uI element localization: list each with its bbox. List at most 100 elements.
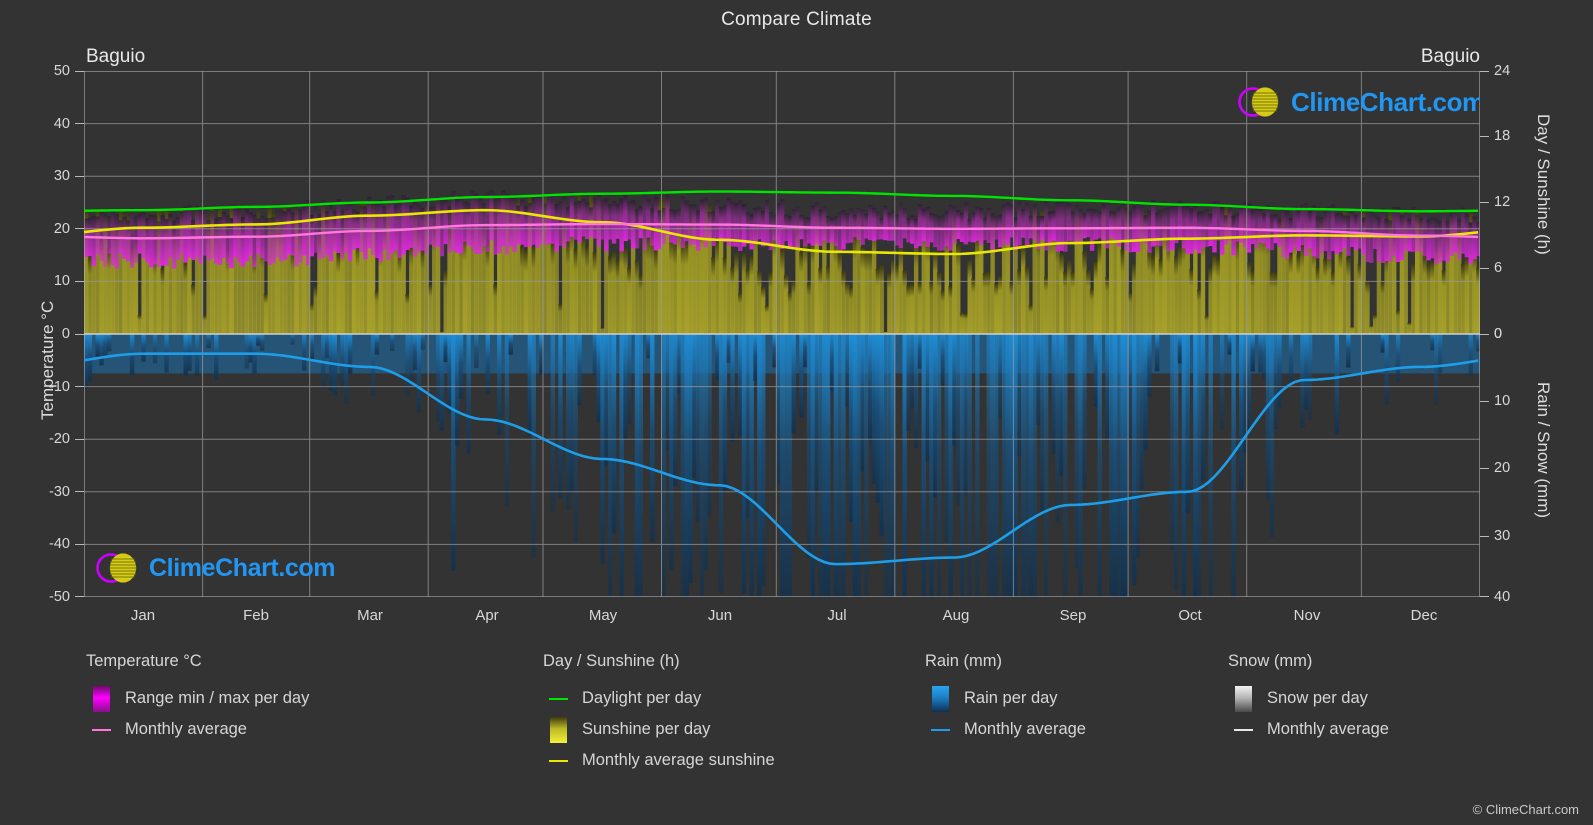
watermark-logo-top: ClimeChart.com [1236, 84, 1480, 120]
watermark-text: ClimeChart.com [1291, 86, 1480, 117]
legend-item-temperature-monthly-average[interactable]: Monthly average [86, 714, 309, 745]
y-tick-right-top-0: 24 [1494, 63, 1511, 79]
y-tick-left-1: 40 [53, 116, 70, 132]
y-tickmark-left [75, 71, 84, 72]
y-tickmark-right [1480, 268, 1489, 269]
x-tick-oct: Oct [1178, 607, 1202, 624]
copyright-text: © ClimeChart.com [1472, 802, 1579, 817]
y-tickmark-left [75, 491, 84, 492]
x-tick-may: May [588, 607, 618, 624]
climate-plot-area: ClimeChart.com ClimeChart.com [84, 71, 1480, 597]
legend-swatch-temperature-range [86, 685, 116, 712]
y-tickmark-right [1480, 71, 1489, 72]
x-tick-feb: Feb [243, 607, 269, 624]
y-tick-left-5: 0 [61, 326, 70, 342]
y-tickmark-left [75, 544, 84, 545]
plot-svg [84, 71, 1480, 597]
legend-line-rain-average [925, 717, 955, 743]
y-tick-right-bottom-2: 20 [1494, 460, 1511, 476]
climechart-logo-icon [1238, 87, 1279, 117]
legend-line-snow-average [1228, 717, 1258, 743]
legend-item-range-min-max[interactable]: Range min / max per day [86, 683, 309, 714]
watermark-logo-bottom: ClimeChart.com [94, 550, 336, 586]
legend-swatch-rain [925, 685, 955, 712]
y-tickmark-left [75, 386, 84, 387]
y-tick-right-top-1: 18 [1494, 128, 1511, 144]
y-tick-right-bottom-0: 0 [1494, 326, 1503, 342]
legend-heading: Rain (mm) [925, 652, 1002, 670]
y-tickmark-left [75, 228, 84, 229]
y-tickmark-left [75, 281, 84, 282]
y-tick-left-8: -30 [49, 484, 70, 500]
y-tick-left-0: 50 [53, 63, 70, 79]
y-tick-left-10: -50 [49, 589, 70, 605]
legend-item-label: Daylight per day [582, 689, 702, 707]
legend-heading: Day / Sunshine (h) [543, 652, 680, 670]
legend-heading: Temperature °C [86, 652, 202, 670]
legend-swatch-sunshine [543, 716, 573, 743]
legend-item-rain-monthly-average[interactable]: Monthly average [925, 714, 1086, 745]
y-tick-right-bottom-4: 40 [1494, 589, 1511, 605]
x-tick-jan: Jan [130, 607, 156, 624]
x-tick-mar: Mar [357, 607, 383, 624]
legend-column-temperature: Temperature °C Range min / max per day M… [86, 652, 309, 745]
y-tick-left-6: -10 [49, 379, 70, 395]
x-tick-jun: Jun [707, 607, 733, 624]
right-axis-bottom-title: Rain / Snow (mm) [1534, 382, 1553, 519]
legend-item-daylight-per-day[interactable]: Daylight per day [543, 683, 775, 714]
y-tick-left-3: 20 [53, 221, 70, 237]
y-tick-right-bottom-1: 10 [1494, 393, 1511, 409]
x-tick-dec: Dec [1410, 607, 1438, 624]
legend-item-label: Monthly average [964, 720, 1086, 738]
y-tickmark-left [75, 334, 84, 335]
legend-item-label: Snow per day [1267, 689, 1368, 707]
x-tick-jul: Jul [827, 607, 847, 624]
y-tickmark-right [1480, 202, 1489, 203]
legend-item-snow-monthly-average[interactable]: Monthly average [1228, 714, 1389, 745]
y-tick-right-top-2: 12 [1494, 194, 1511, 210]
y-tick-left-7: -20 [49, 431, 70, 447]
legend-item-label: Monthly average [125, 720, 247, 738]
y-tickmark-right [1480, 401, 1489, 402]
left-axis-title: Temperature °C [38, 300, 57, 420]
legend-column-snow: Snow (mm) Snow per day Monthly average [1228, 652, 1389, 745]
x-tick-apr: Apr [475, 607, 499, 624]
legend-item-label: Sunshine per day [582, 720, 711, 738]
y-tickmark-left [75, 176, 84, 177]
legend-column-rain: Rain (mm) Rain per day Monthly average [925, 652, 1086, 745]
y-tickmark-right [1480, 334, 1489, 335]
y-tickmark-right [1480, 136, 1489, 137]
legend-line-temperature-average [86, 717, 116, 743]
y-tickmark-right [1480, 596, 1489, 597]
legend-item-label: Monthly average [1267, 720, 1389, 738]
y-tick-right-bottom-3: 30 [1494, 528, 1511, 544]
y-tick-left-4: 10 [53, 273, 70, 289]
page-title: Compare Climate [721, 9, 872, 30]
legend-item-rain-per-day[interactable]: Rain per day [925, 683, 1086, 714]
legend-swatch-snow [1228, 685, 1258, 712]
watermark-text: ClimeChart.com [149, 553, 336, 582]
y-tickmark-right [1480, 468, 1489, 469]
city-label-left: Baguio [86, 46, 146, 67]
right-axis-top-title: Day / Sunshine (h) [1534, 114, 1553, 255]
legend-line-sunshine-average [543, 748, 573, 774]
city-label-right: Baguio [1420, 46, 1480, 67]
y-tickmark-right [1480, 536, 1489, 537]
y-tickmark-left [75, 596, 84, 597]
y-tickmark-left [75, 439, 84, 440]
y-tickmark-left [75, 123, 84, 124]
legend-line-daylight [543, 686, 573, 712]
x-tick-sep: Sep [1059, 607, 1087, 624]
legend-item-snow-per-day[interactable]: Snow per day [1228, 683, 1389, 714]
climechart-logo-icon [96, 553, 137, 583]
y-tick-left-9: -40 [49, 536, 70, 552]
legend-item-monthly-average-sunshine[interactable]: Monthly average sunshine [543, 745, 775, 776]
legend-heading: Snow (mm) [1228, 652, 1313, 670]
y-tick-left-2: 30 [53, 168, 70, 184]
x-tick-aug: Aug [942, 607, 970, 624]
legend-item-sunshine-per-day[interactable]: Sunshine per day [543, 714, 775, 745]
legend-item-label: Rain per day [964, 689, 1058, 707]
legend-column-day-sunshine: Day / Sunshine (h) Daylight per day Suns… [543, 652, 775, 776]
climate-chart-page: Compare Climate Baguio Baguio Temperatur… [0, 0, 1593, 825]
y-tick-right-top-3: 6 [1494, 260, 1503, 276]
